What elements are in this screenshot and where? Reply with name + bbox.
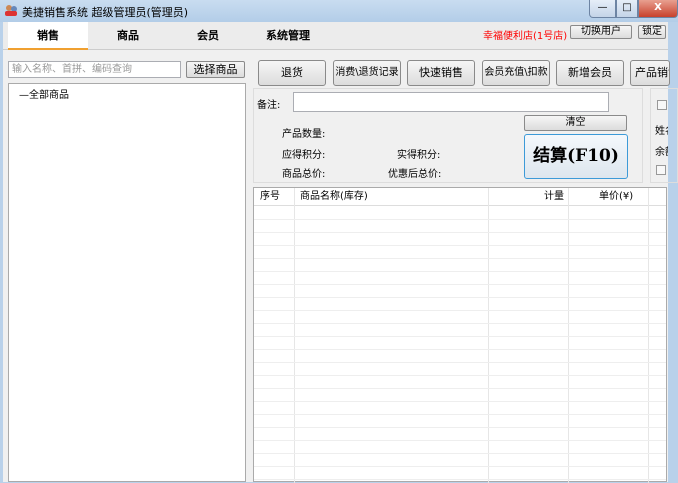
switch-user-button[interactable]: 切换用户 bbox=[570, 25, 632, 39]
column-header-unit: 计量 bbox=[544, 188, 564, 206]
member-recharge-button[interactable]: 会员充值\扣款 bbox=[482, 60, 550, 86]
checkout-button[interactable]: 结算(F10) bbox=[524, 134, 628, 179]
store-name: 幸福便利店(1号店) bbox=[483, 31, 568, 42]
member-name-label: 姓名 bbox=[655, 126, 668, 137]
row-divider bbox=[254, 375, 666, 376]
member-checkbox[interactable] bbox=[657, 100, 667, 110]
remark-label: 备注: bbox=[257, 100, 281, 111]
row-divider bbox=[254, 414, 666, 415]
option-checkbox[interactable] bbox=[656, 165, 666, 175]
row-divider bbox=[254, 245, 666, 246]
tab-members[interactable]: 会员 bbox=[168, 22, 248, 50]
row-divider bbox=[254, 271, 666, 272]
row-divider bbox=[254, 388, 666, 389]
row-divider bbox=[254, 258, 666, 259]
row-divider bbox=[254, 297, 666, 298]
tab-system[interactable]: 系统管理 bbox=[248, 22, 328, 50]
cart-table: 序号 商品名称(库存) 计量 单价(¥) bbox=[253, 187, 667, 483]
return-button[interactable]: 退货 bbox=[258, 60, 326, 86]
member-balance-label: 余额 bbox=[655, 147, 668, 158]
remark-input[interactable] bbox=[293, 92, 609, 112]
window-title: 美捷销售系统 超级管理员(管理员) bbox=[22, 6, 189, 19]
app-logo-icon bbox=[4, 3, 18, 17]
maximize-button[interactable]: □ bbox=[616, 0, 638, 18]
row-divider bbox=[254, 284, 666, 285]
row-divider bbox=[254, 440, 666, 441]
quick-sale-button[interactable]: 快速销售 bbox=[407, 60, 475, 86]
row-divider bbox=[254, 453, 666, 454]
sales-return-records-button[interactable]: 消费\退货记录 bbox=[333, 60, 401, 86]
new-member-button[interactable]: 新增会员 bbox=[556, 60, 624, 86]
close-button[interactable]: X bbox=[638, 0, 678, 18]
row-divider bbox=[254, 427, 666, 428]
lock-button[interactable]: 锁定 bbox=[638, 25, 666, 39]
row-divider bbox=[254, 323, 666, 324]
clear-button[interactable]: 清空 bbox=[524, 115, 627, 131]
tab-sales[interactable]: 销售 bbox=[8, 22, 88, 50]
product-search-input[interactable] bbox=[8, 61, 181, 78]
points-due-label: 应得积分: bbox=[282, 150, 326, 161]
category-tree: —全部商品 bbox=[8, 83, 246, 482]
points-actual-label: 实得积分: bbox=[397, 150, 441, 161]
column-header-name: 商品名称(库存) bbox=[300, 188, 368, 206]
row-divider bbox=[254, 336, 666, 337]
row-divider bbox=[254, 232, 666, 233]
row-divider bbox=[254, 219, 666, 220]
tree-item-all-products[interactable]: —全部商品 bbox=[19, 86, 69, 101]
tab-products[interactable]: 商品 bbox=[88, 22, 168, 50]
column-header-price: 单价(¥) bbox=[599, 188, 634, 206]
row-divider bbox=[254, 401, 666, 402]
row-divider bbox=[254, 362, 666, 363]
quantity-label: 产品数量: bbox=[282, 129, 326, 140]
total-price-label: 商品总价: bbox=[282, 169, 326, 180]
discounted-total-label: 优惠后总价: bbox=[388, 169, 442, 180]
select-product-button[interactable]: 选择商品 bbox=[186, 61, 245, 78]
product-sales-button[interactable]: 产品销售 bbox=[630, 60, 670, 86]
row-divider bbox=[254, 479, 666, 480]
row-divider bbox=[254, 466, 666, 467]
column-header-index: 序号 bbox=[260, 188, 280, 206]
row-divider bbox=[254, 349, 666, 350]
minimize-button[interactable]: — bbox=[589, 0, 616, 18]
row-divider bbox=[254, 310, 666, 311]
